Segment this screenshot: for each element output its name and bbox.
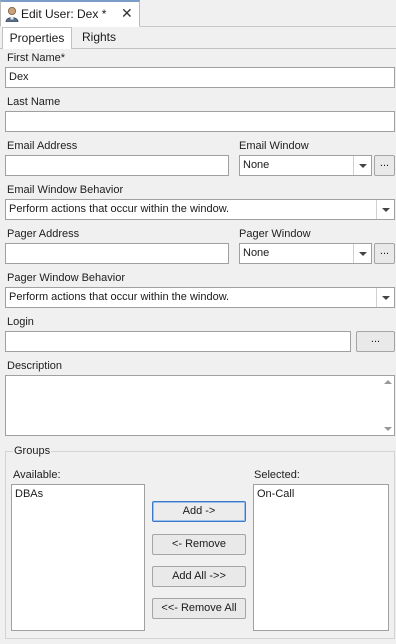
description-label: Description xyxy=(7,360,63,372)
chevron-down-icon[interactable] xyxy=(376,288,394,307)
pager-window-behavior-label: Pager Window Behavior xyxy=(7,272,126,284)
email-window-browse-button[interactable]: ... xyxy=(374,155,395,176)
available-label: Available: xyxy=(13,469,61,481)
description-field[interactable] xyxy=(5,375,395,436)
email-window-behavior-value: Perform actions that occur within the wi… xyxy=(9,203,230,215)
list-item[interactable]: DBAs xyxy=(15,487,141,501)
user-icon xyxy=(5,7,19,22)
pager-address-label: Pager Address xyxy=(7,228,80,240)
remove-all-button[interactable]: <<- Remove All xyxy=(152,598,246,619)
tab-rights[interactable]: Rights xyxy=(74,27,124,48)
first-name-label: First Name* xyxy=(7,52,66,64)
pager-window-browse-button[interactable]: ... xyxy=(374,243,395,264)
document-tab[interactable]: Edit User: Dex * ✕ xyxy=(0,0,140,27)
last-name-label: Last Name xyxy=(7,96,61,108)
email-address-label: Email Address xyxy=(7,140,78,152)
add-button[interactable]: Add -> xyxy=(152,501,246,522)
tab-properties[interactable]: Properties xyxy=(2,27,72,49)
chevron-down-icon[interactable] xyxy=(353,244,371,263)
list-item[interactable]: On-Call xyxy=(257,487,385,501)
groups-title: Groups xyxy=(13,445,52,457)
first-name-field[interactable]: Dex xyxy=(5,67,395,88)
pager-window-select[interactable]: None xyxy=(239,243,372,264)
pager-window-behavior-value: Perform actions that occur within the wi… xyxy=(9,291,230,303)
email-window-select[interactable]: None xyxy=(239,155,372,176)
pager-address-field[interactable] xyxy=(5,243,229,264)
email-window-behavior-select[interactable]: Perform actions that occur within the wi… xyxy=(5,199,395,220)
login-label: Login xyxy=(7,316,34,328)
last-name-field[interactable] xyxy=(5,111,395,132)
email-window-label: Email Window xyxy=(239,140,309,152)
chevron-down-icon[interactable] xyxy=(376,200,394,219)
selected-list[interactable]: On-Call xyxy=(253,484,389,631)
email-window-value: None xyxy=(243,159,270,171)
document-tab-title: Edit User: Dex * xyxy=(21,7,107,21)
email-address-field[interactable] xyxy=(5,155,229,176)
pager-window-behavior-select[interactable]: Perform actions that occur within the wi… xyxy=(5,287,395,308)
scroll-up-icon[interactable] xyxy=(384,380,392,384)
pager-window-label: Pager Window xyxy=(239,228,311,240)
close-icon[interactable]: ✕ xyxy=(121,5,133,22)
email-window-behavior-label: Email Window Behavior xyxy=(7,184,124,196)
chevron-down-icon[interactable] xyxy=(353,156,371,175)
selected-label: Selected: xyxy=(254,469,300,481)
available-list[interactable]: DBAs xyxy=(11,484,145,631)
remove-button[interactable]: <- Remove xyxy=(152,534,246,555)
scroll-down-icon[interactable] xyxy=(384,427,392,431)
pager-window-value: None xyxy=(243,247,270,259)
login-field[interactable] xyxy=(5,331,351,352)
login-browse-button[interactable]: ... xyxy=(356,331,395,352)
add-all-button[interactable]: Add All ->> xyxy=(152,566,246,587)
